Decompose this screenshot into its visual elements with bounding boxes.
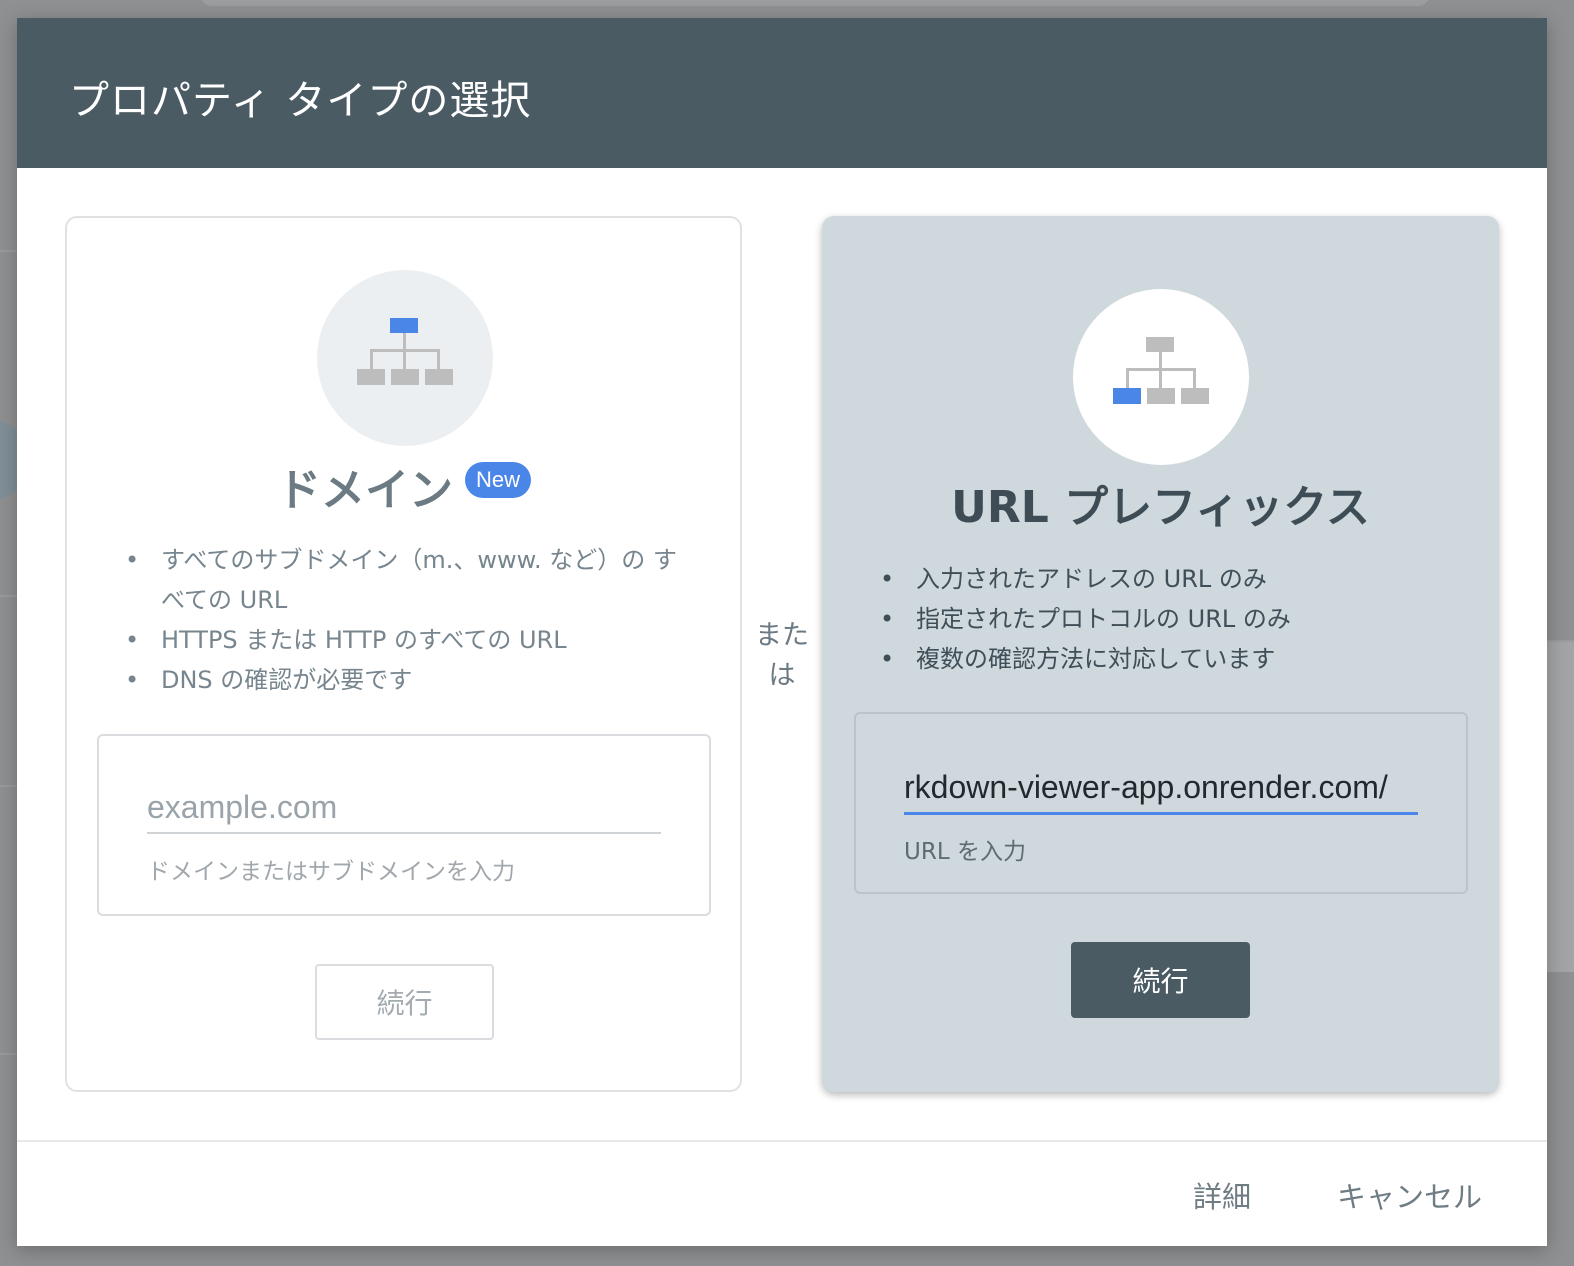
- bullet-icon: •: [125, 666, 140, 694]
- domain-input-box: ドメインまたはサブドメインを入力: [97, 734, 711, 916]
- list-item: • 指定されたプロトコルの URL のみ: [880, 599, 1440, 639]
- background-divider: [0, 250, 18, 252]
- bullet-icon: •: [125, 626, 140, 654]
- url-prefix-continue-button[interactable]: 続行: [1071, 942, 1250, 1018]
- or-separator: または: [755, 620, 809, 691]
- property-type-dialog: プロパティ タイプの選択 ドメイン New • すべてのサブドメイン（m.、www…: [17, 18, 1547, 1246]
- domain-input[interactable]: [147, 782, 661, 834]
- url-prefix-feature-list: • 入力されたアドレスの URL のみ • 指定されたプロトコルの URL のみ •…: [880, 559, 1440, 679]
- new-badge: New: [465, 462, 532, 498]
- list-item: • HTTPS または HTTP のすべての URL: [125, 620, 685, 660]
- url-input-helper: URL を入力: [904, 839, 1026, 865]
- list-item: • すべてのサブドメイン（m.、www. など）の すべての URL: [125, 540, 685, 620]
- bullet-icon: •: [880, 645, 895, 673]
- bullet-icon: •: [125, 546, 140, 574]
- url-prefix-icon-circle: [1073, 289, 1249, 465]
- background-panel: [1546, 640, 1574, 972]
- sitemap-branch-icon: [1113, 337, 1209, 404]
- url-prefix-property-card[interactable]: URL プレフィックス • 入力されたアドレスの URL のみ • 指定されたプロト…: [822, 216, 1499, 1092]
- url-input-box: URL を入力: [854, 712, 1468, 894]
- domain-property-card[interactable]: ドメイン New • すべてのサブドメイン（m.、www. など）の すべての U…: [65, 216, 742, 1092]
- bullet-icon: •: [880, 565, 895, 593]
- domain-heading: ドメイン: [277, 465, 453, 516]
- list-item: • 入力されたアドレスの URL のみ: [880, 559, 1440, 599]
- background-divider: [0, 595, 18, 597]
- bullet-icon: •: [880, 605, 895, 633]
- footer-divider: [17, 1140, 1547, 1142]
- list-item: • 複数の確認方法に対応しています: [880, 639, 1440, 679]
- domain-feature-list: • すべてのサブドメイン（m.、www. など）の すべての URL • HTTPS…: [125, 540, 685, 700]
- sitemap-top-icon: [357, 318, 453, 385]
- domain-input-helper: ドメインまたはサブドメインを入力: [147, 859, 515, 885]
- domain-continue-button[interactable]: 続行: [315, 964, 494, 1040]
- background-divider: [0, 1053, 18, 1055]
- background-divider: [0, 785, 18, 787]
- background-top-bar: [200, 0, 1430, 6]
- dialog-header: プロパティ タイプの選択: [17, 18, 1547, 168]
- cancel-button[interactable]: キャンセル: [1337, 1174, 1482, 1216]
- dialog-title: プロパティ タイプの選択: [69, 78, 532, 124]
- details-button[interactable]: 詳細: [1193, 1174, 1251, 1216]
- list-item: • DNS の確認が必要です: [125, 660, 685, 700]
- url-prefix-heading: URL プレフィックス: [951, 482, 1370, 533]
- domain-icon-circle: [317, 270, 493, 446]
- url-input[interactable]: [904, 762, 1418, 815]
